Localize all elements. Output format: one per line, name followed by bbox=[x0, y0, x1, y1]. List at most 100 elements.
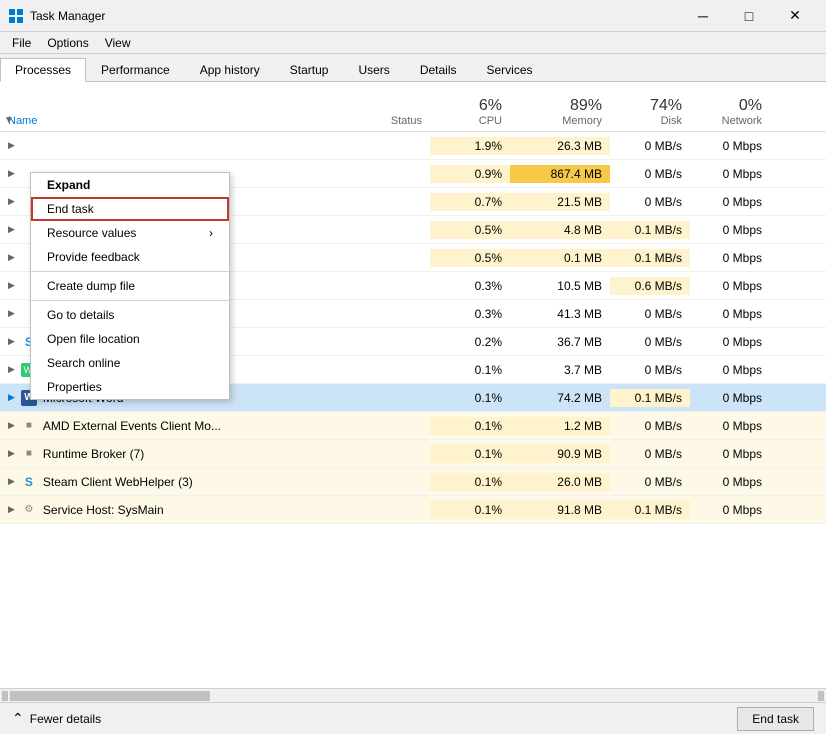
tab-users[interactable]: Users bbox=[343, 57, 404, 81]
cell-memory: 3.7 MB bbox=[510, 361, 610, 379]
cell-network: 0 Mbps bbox=[690, 417, 770, 435]
table-header: ▼ Name Status 6% CPU 89% Memory 74% Disk… bbox=[0, 82, 826, 132]
footer: ⌃ Fewer details End task bbox=[0, 702, 826, 734]
table-row-amd[interactable]: ▶ ■ AMD External Events Client Mo... 0.1… bbox=[0, 412, 826, 440]
tab-services[interactable]: Services bbox=[472, 57, 548, 81]
menu-file[interactable]: File bbox=[4, 34, 39, 52]
cell-cpu: 0.1% bbox=[430, 473, 510, 491]
table-row-steam-webhelper[interactable]: ▶ S Steam Client WebHelper (3) 0.1% 26.0… bbox=[0, 468, 826, 496]
expand-icon[interactable]: ▶ bbox=[8, 392, 15, 403]
ctx-properties[interactable]: Properties bbox=[31, 375, 229, 399]
tab-details[interactable]: Details bbox=[405, 57, 472, 81]
expand-icon[interactable]: ▶ bbox=[8, 140, 15, 151]
close-button[interactable]: ✕ bbox=[772, 0, 818, 32]
ctx-separator-2 bbox=[31, 300, 229, 301]
cell-status bbox=[300, 312, 430, 316]
expand-icon[interactable]: ▶ bbox=[8, 448, 15, 459]
h-scroll-right-btn[interactable] bbox=[818, 691, 824, 701]
expand-icon[interactable]: ▶ bbox=[8, 196, 15, 207]
expand-icon[interactable]: ▶ bbox=[8, 504, 15, 515]
cell-memory: 90.9 MB bbox=[510, 445, 610, 463]
cell-cpu: 0.3% bbox=[430, 277, 510, 295]
ctx-create-dump[interactable]: Create dump file bbox=[31, 274, 229, 298]
cell-status bbox=[300, 340, 430, 344]
col-header-cpu[interactable]: 6% CPU bbox=[430, 93, 510, 131]
cell-cpu: 0.3% bbox=[430, 305, 510, 323]
cell-status bbox=[300, 172, 430, 176]
maximize-button[interactable]: □ bbox=[726, 0, 772, 32]
table-row-sysmain[interactable]: ▶ ⚙ Service Host: SysMain 0.1% 91.8 MB 0… bbox=[0, 496, 826, 524]
expand-icon[interactable]: ▶ bbox=[8, 280, 15, 291]
cell-memory: 26.0 MB bbox=[510, 473, 610, 491]
cell-network: 0 Mbps bbox=[690, 361, 770, 379]
expand-icon[interactable]: ▶ bbox=[8, 168, 15, 179]
cell-disk: 0 MB/s bbox=[610, 305, 690, 323]
cell-cpu: 0.1% bbox=[430, 361, 510, 379]
cell-disk: 0.6 MB/s bbox=[610, 277, 690, 295]
cell-network: 0 Mbps bbox=[690, 389, 770, 407]
cell-status bbox=[300, 368, 430, 372]
fewer-details-button[interactable]: ⌃ Fewer details bbox=[12, 710, 101, 727]
col-header-network[interactable]: 0% Network bbox=[690, 93, 770, 131]
col-header-disk[interactable]: 74% Disk bbox=[610, 93, 690, 131]
tab-startup[interactable]: Startup bbox=[275, 57, 344, 81]
cell-status bbox=[300, 284, 430, 288]
ctx-provide-feedback[interactable]: Provide feedback bbox=[31, 245, 229, 269]
cell-disk: 0.1 MB/s bbox=[610, 389, 690, 407]
table-row[interactable]: ▶ 1.9% 26.3 MB 0 MB/s 0 Mbps bbox=[0, 132, 826, 160]
col-header-name[interactable]: ▼ Name bbox=[0, 111, 300, 131]
col-header-status[interactable]: Status bbox=[300, 111, 430, 131]
cell-disk: 0.1 MB/s bbox=[610, 221, 690, 239]
expand-icon[interactable]: ▶ bbox=[8, 336, 15, 347]
cell-cpu: 0.2% bbox=[430, 333, 510, 351]
cell-cpu: 0.1% bbox=[430, 501, 510, 519]
chevron-up-icon: ⌃ bbox=[12, 710, 24, 727]
ctx-open-file-location[interactable]: Open file location bbox=[31, 327, 229, 351]
cell-status bbox=[300, 256, 430, 260]
end-task-button[interactable]: End task bbox=[737, 707, 814, 731]
menu-bar: File Options View bbox=[0, 32, 826, 54]
cell-network: 0 Mbps bbox=[690, 445, 770, 463]
h-scroll-thumb[interactable] bbox=[10, 691, 210, 701]
cell-cpu: 0.1% bbox=[430, 445, 510, 463]
cell-disk: 0 MB/s bbox=[610, 445, 690, 463]
ctx-search-online[interactable]: Search online bbox=[31, 351, 229, 375]
cell-network: 0 Mbps bbox=[690, 193, 770, 211]
minimize-button[interactable]: ─ bbox=[680, 0, 726, 32]
ctx-go-to-details[interactable]: Go to details bbox=[31, 303, 229, 327]
fewer-details-label: Fewer details bbox=[30, 712, 101, 726]
expand-icon[interactable]: ▶ bbox=[8, 476, 15, 487]
ctx-expand[interactable]: Expand bbox=[31, 173, 229, 197]
process-icon bbox=[21, 138, 37, 154]
cell-disk: 0 MB/s bbox=[610, 165, 690, 183]
window-controls: ─ □ ✕ bbox=[680, 0, 818, 32]
expand-icon[interactable]: ▶ bbox=[8, 252, 15, 263]
expand-icon[interactable]: ▶ bbox=[8, 420, 15, 431]
tab-processes[interactable]: Processes bbox=[0, 58, 86, 82]
col-header-memory[interactable]: 89% Memory bbox=[510, 93, 610, 131]
horizontal-scrollbar[interactable] bbox=[0, 688, 826, 702]
cell-disk: 0.1 MB/s bbox=[610, 249, 690, 267]
cell-disk: 0 MB/s bbox=[610, 473, 690, 491]
cell-memory: 0.1 MB bbox=[510, 249, 610, 267]
tab-performance[interactable]: Performance bbox=[86, 57, 185, 81]
ctx-end-task[interactable]: End task bbox=[31, 197, 229, 221]
expand-icon[interactable]: ▶ bbox=[8, 224, 15, 235]
cell-network: 0 Mbps bbox=[690, 305, 770, 323]
cell-network: 0 Mbps bbox=[690, 137, 770, 155]
menu-options[interactable]: Options bbox=[39, 34, 96, 52]
expand-icon[interactable]: ▶ bbox=[8, 364, 15, 375]
tab-app-history[interactable]: App history bbox=[185, 57, 275, 81]
cell-status bbox=[300, 452, 430, 456]
ctx-resource-values[interactable]: Resource values › bbox=[31, 221, 229, 245]
menu-view[interactable]: View bbox=[97, 34, 139, 52]
cell-name: ▶ ⚙ Service Host: SysMain bbox=[0, 500, 300, 520]
expand-icon[interactable]: ▶ bbox=[8, 308, 15, 319]
cell-network: 0 Mbps bbox=[690, 333, 770, 351]
cell-name: ▶ ■ AMD External Events Client Mo... bbox=[0, 416, 300, 436]
table-row-runtime-broker[interactable]: ▶ ■ Runtime Broker (7) 0.1% 90.9 MB 0 MB… bbox=[0, 440, 826, 468]
cell-memory: 41.3 MB bbox=[510, 305, 610, 323]
cell-disk: 0 MB/s bbox=[610, 333, 690, 351]
cell-network: 0 Mbps bbox=[690, 249, 770, 267]
sort-arrow: ▼ bbox=[4, 115, 14, 126]
